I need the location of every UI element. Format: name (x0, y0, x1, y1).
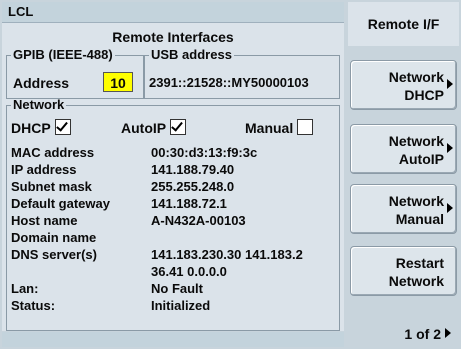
network-legend: Network (13, 97, 65, 112)
info-value: Initialized (151, 298, 211, 313)
info-value: 36.41 0.0.0.0 (151, 264, 227, 279)
status-strip (2, 332, 344, 347)
network-autoip-softkey[interactable]: Network AutoIP (350, 124, 457, 174)
gpib-address-field[interactable]: 10 (103, 72, 133, 92)
info-key: Subnet mask (11, 179, 92, 194)
gpib-group: GPIB (IEEE-488) Address 10 (6, 47, 144, 99)
softkey-label: Network (388, 193, 444, 209)
dhcp-checkbox[interactable] (54, 119, 71, 135)
softkey-label: Manual (395, 211, 444, 227)
network-group: Network DHCP AutoIP Manual MAC address 00… (6, 97, 340, 331)
network-dhcp-softkey[interactable]: Network DHCP (350, 60, 457, 110)
submenu-arrow-icon (447, 143, 453, 153)
gpib-legend: GPIB (IEEE-488) (13, 47, 113, 62)
info-key: DNS server(s) (11, 247, 97, 262)
dhcp-option[interactable]: DHCP (11, 119, 71, 136)
softkey-label: Network (388, 133, 444, 149)
left-pane: LCL Remote Interfaces GPIB (IEEE-488) Ad… (0, 0, 346, 349)
usb-address-value: 2391::21528::MY50000103 (149, 75, 309, 90)
panel-heading: Remote Interfaces (112, 29, 234, 45)
softkey-label: Network (388, 69, 444, 85)
info-key: IP address (11, 162, 77, 177)
dhcp-label: DHCP (11, 120, 51, 136)
info-value: A-N432A-00103 (151, 213, 246, 228)
info-key: Host name (11, 213, 78, 228)
next-page-arrow-icon (445, 328, 451, 338)
info-value: 141.183.230.30 141.183.2 (151, 247, 303, 262)
softkey-label: Restart (395, 255, 444, 271)
info-value: No Fault (151, 281, 203, 296)
softkey-menu: Remote I/F Network DHCP Network AutoIP N… (348, 0, 461, 349)
menu-title: Remote I/F (348, 2, 459, 46)
submenu-arrow-icon (447, 79, 453, 89)
gpib-address-label: Address (13, 75, 70, 91)
info-key: Default gateway (11, 196, 110, 211)
usb-group: USB address 2391::21528::MY50000103 (144, 47, 340, 99)
info-value: 141.188.79.40 (151, 162, 235, 177)
instrument-screen: LCL Remote Interfaces GPIB (IEEE-488) Ad… (0, 0, 461, 349)
info-key: Domain name (11, 230, 97, 245)
remote-interfaces-panel: Remote Interfaces GPIB (IEEE-488) Addres… (2, 22, 344, 331)
info-key: MAC address (11, 145, 95, 160)
info-key: Status: (11, 298, 56, 313)
autoip-label: AutoIP (121, 120, 167, 136)
info-value: 141.188.72.1 (151, 196, 227, 211)
autoip-option[interactable]: AutoIP (121, 119, 187, 136)
submenu-arrow-icon (447, 203, 453, 213)
autoip-checkbox[interactable] (170, 119, 187, 135)
info-key: Lan: (11, 281, 39, 296)
usb-legend: USB address (151, 47, 232, 62)
info-value: 00:30:d3:13:f9:3c (151, 145, 258, 160)
manual-option[interactable]: Manual (245, 119, 314, 136)
softkey-label: Network (388, 273, 444, 289)
manual-label: Manual (245, 120, 294, 136)
softkey-label: AutoIP (398, 151, 444, 167)
info-value: 255.255.248.0 (151, 179, 235, 194)
page-indicator-button[interactable]: 1 of 2 (404, 326, 451, 342)
network-manual-softkey[interactable]: Network Manual (350, 184, 457, 234)
softkey-label: DHCP (404, 87, 444, 103)
manual-checkbox[interactable] (297, 119, 314, 135)
restart-network-softkey[interactable]: Restart Network (350, 246, 457, 296)
page-indicator-label: 1 of 2 (404, 326, 441, 342)
window-title: LCL (2, 2, 344, 22)
